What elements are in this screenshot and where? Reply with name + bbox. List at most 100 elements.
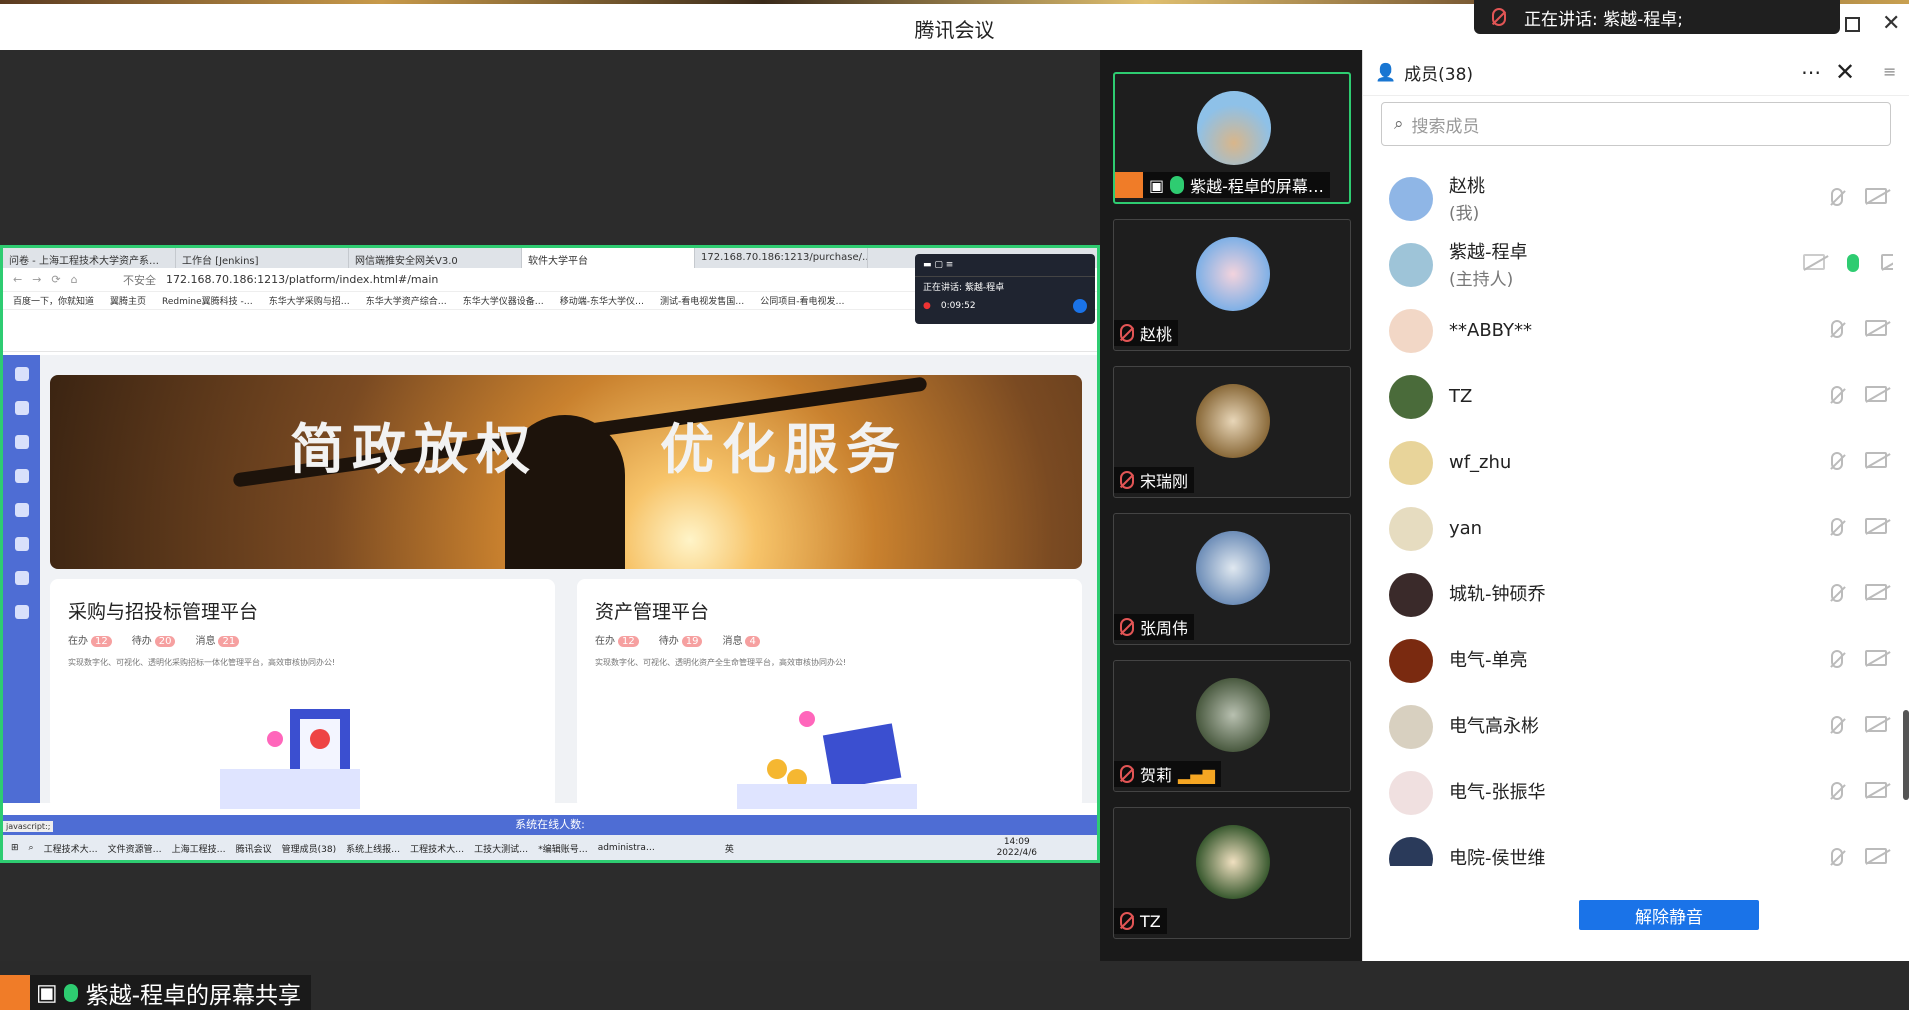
- mic-icon[interactable]: [1847, 254, 1859, 272]
- member-icons: [1803, 254, 1893, 272]
- mic-icon[interactable]: [1831, 782, 1843, 800]
- unmute-button[interactable]: 解除静音: [1579, 900, 1759, 930]
- more-icon[interactable]: ⋯: [1801, 60, 1821, 84]
- bookmark[interactable]: 东华大学资产综合…: [366, 294, 447, 307]
- member-row[interactable]: 城轨-钟硕乔: [1363, 562, 1893, 628]
- camera-off-icon[interactable]: [1865, 320, 1887, 336]
- taskbar-item[interactable]: administra…: [598, 843, 655, 853]
- camera-off-icon[interactable]: [1881, 254, 1893, 270]
- camera-off-icon[interactable]: [1865, 848, 1887, 864]
- browser-tab[interactable]: 问卷 - 上海工程技术大学资产系…: [3, 248, 176, 268]
- browser-tab[interactable]: 网信端推安全网关V3.0: [349, 248, 522, 268]
- bookmark[interactable]: 东华大学仪器设备…: [463, 294, 544, 307]
- taskbar-clock[interactable]: 14:09 2022/4/6: [997, 837, 1037, 859]
- close-panel-icon[interactable]: ✕: [1835, 58, 1855, 86]
- member-row[interactable]: 电气-张振华: [1363, 760, 1893, 826]
- member-scrollbar[interactable]: [1903, 710, 1909, 800]
- bookmark[interactable]: 东华大学采购与招…: [269, 294, 350, 307]
- member-icons: [1831, 650, 1887, 668]
- member-row[interactable]: TZ: [1363, 364, 1893, 430]
- stop-record-button[interactable]: [1073, 299, 1087, 313]
- bookmark[interactable]: 移动端-东华大学仪…: [560, 294, 644, 307]
- member-row[interactable]: yan: [1363, 496, 1893, 562]
- video-label: 宋瑞刚: [1114, 467, 1195, 493]
- chart-icon[interactable]: [14, 571, 29, 585]
- mic-icon[interactable]: [1831, 386, 1843, 404]
- mic-off-icon: [1120, 471, 1134, 489]
- close-button[interactable]: ✕: [1882, 11, 1900, 36]
- member-list: 赵桃 (我) 紫越-程卓 (主持人) **ABBY** TZ wf_zhuyan 城轨-钟硕乔…: [1363, 166, 1893, 866]
- taskbar-item[interactable]: 工技大测试…: [474, 842, 528, 855]
- taskbar-item[interactable]: 工程技术大…: [410, 842, 464, 855]
- bookmark[interactable]: 百度一下，你就知道: [13, 294, 94, 307]
- camera-off-icon[interactable]: [1865, 584, 1887, 600]
- member-text: 电气高永彬: [1449, 715, 1539, 739]
- menu-icon[interactable]: ≡: [1883, 62, 1896, 81]
- platform-card[interactable]: 采购与招投标管理平台 在办 12 待办 20 消息 21 实现数字化、可视化、透明化采…: [50, 579, 555, 809]
- mic-icon[interactable]: [1831, 452, 1843, 470]
- search-icon[interactable]: ⌕: [29, 843, 34, 853]
- bookmark[interactable]: 翼腾主页: [110, 294, 146, 307]
- video-tile[interactable]: 宋瑞刚: [1113, 366, 1351, 498]
- ime-indicator[interactable]: 英: [725, 842, 734, 855]
- search-input[interactable]: ⌕ 搜索成员: [1381, 102, 1891, 146]
- share-icon[interactable]: [14, 469, 29, 483]
- taskbar-item[interactable]: 系统上线报…: [346, 842, 400, 855]
- menu-icon[interactable]: [14, 367, 29, 381]
- maximize-button[interactable]: [1845, 17, 1860, 32]
- bookmark[interactable]: 测试-看电视发售国…: [660, 294, 744, 307]
- shared-screen[interactable]: 问卷 - 上海工程技术大学资产系… 工作台 [Jenkins] 网信端推安全网关…: [0, 245, 1100, 863]
- camera-off-icon[interactable]: [1865, 716, 1887, 732]
- member-row[interactable]: **ABBY**: [1363, 298, 1893, 364]
- bookmark[interactable]: 公同项目-看电视发…: [760, 294, 844, 307]
- camera-off-icon[interactable]: [1865, 188, 1887, 204]
- member-row[interactable]: 电气-单亮: [1363, 628, 1893, 694]
- browser-tab[interactable]: 172.168.70.186:1213/purchase/…: [695, 248, 868, 268]
- video-tile[interactable]: 张周伟: [1113, 513, 1351, 645]
- card-stats: 在办 12 待办 19 消息 4: [595, 632, 1064, 647]
- browser-tab[interactable]: 工作台 [Jenkins]: [176, 248, 349, 268]
- mic-icon[interactable]: [1831, 716, 1843, 734]
- browser-tab-active[interactable]: 软件大学平台: [522, 248, 695, 268]
- member-row[interactable]: 赵桃 (我): [1363, 166, 1893, 232]
- url-text[interactable]: 172.168.70.186:1213/platform/index.html#…: [166, 273, 438, 286]
- taskbar-item[interactable]: 文件资源管…: [108, 842, 162, 855]
- mic-icon[interactable]: [1831, 650, 1843, 668]
- taskbar-item[interactable]: 腾讯会议: [236, 842, 272, 855]
- camera-off-icon[interactable]: [1865, 650, 1887, 666]
- member-text: 赵桃 (我): [1449, 175, 1485, 224]
- member-row[interactable]: 电气高永彬: [1363, 694, 1893, 760]
- taskbar-item[interactable]: 管理成员(38): [282, 842, 336, 855]
- database-icon[interactable]: [14, 435, 29, 449]
- mic-icon[interactable]: [1831, 518, 1843, 536]
- mic-icon[interactable]: [1831, 848, 1843, 866]
- taskbar-item[interactable]: *编辑账号…: [538, 842, 588, 855]
- member-name: yan: [1449, 518, 1483, 539]
- taskbar-item[interactable]: 工程技术大…: [44, 842, 98, 855]
- member-row[interactable]: 电院-侯世维: [1363, 826, 1893, 866]
- camera-off-icon[interactable]: [1865, 452, 1887, 468]
- camera-off-icon[interactable]: [1865, 782, 1887, 798]
- mic-icon[interactable]: [1831, 320, 1843, 338]
- taskbar-item[interactable]: 上海工程技…: [172, 842, 226, 855]
- database-icon[interactable]: [14, 401, 29, 415]
- box-icon[interactable]: [14, 537, 29, 551]
- video-tile[interactable]: ▣ 紫越-程卓的屏幕…: [1113, 72, 1351, 204]
- mic-icon[interactable]: [1831, 188, 1843, 206]
- start-icon[interactable]: ⊞: [11, 843, 19, 853]
- card-desc: 实现数字化、可视化、透明化资产全生命管理平台，高效审核协同办公!: [595, 658, 847, 667]
- mic-icon[interactable]: [1831, 584, 1843, 602]
- camera-off-icon[interactable]: [1865, 386, 1887, 402]
- mic-off-icon: [1492, 8, 1506, 31]
- member-row[interactable]: 紫越-程卓 (主持人): [1363, 232, 1893, 298]
- doc-icon[interactable]: [14, 503, 29, 517]
- video-tile[interactable]: TZ: [1113, 807, 1351, 939]
- member-row[interactable]: wf_zhu: [1363, 430, 1893, 496]
- video-tile[interactable]: 贺莉 ▂▄▆: [1113, 660, 1351, 792]
- camera-off-icon[interactable]: [1865, 518, 1887, 534]
- bookmark[interactable]: Redmine翼腾科技 -…: [162, 294, 253, 307]
- video-tile[interactable]: 赵桃: [1113, 219, 1351, 351]
- list-icon[interactable]: [14, 605, 29, 619]
- platform-card[interactable]: 资产管理平台 在办 12 待办 19 消息 4 实现数字化、可视化、透明化资产全生命管…: [577, 579, 1082, 809]
- nav-arrows-icon[interactable]: ←→⟳⌂: [13, 273, 123, 286]
